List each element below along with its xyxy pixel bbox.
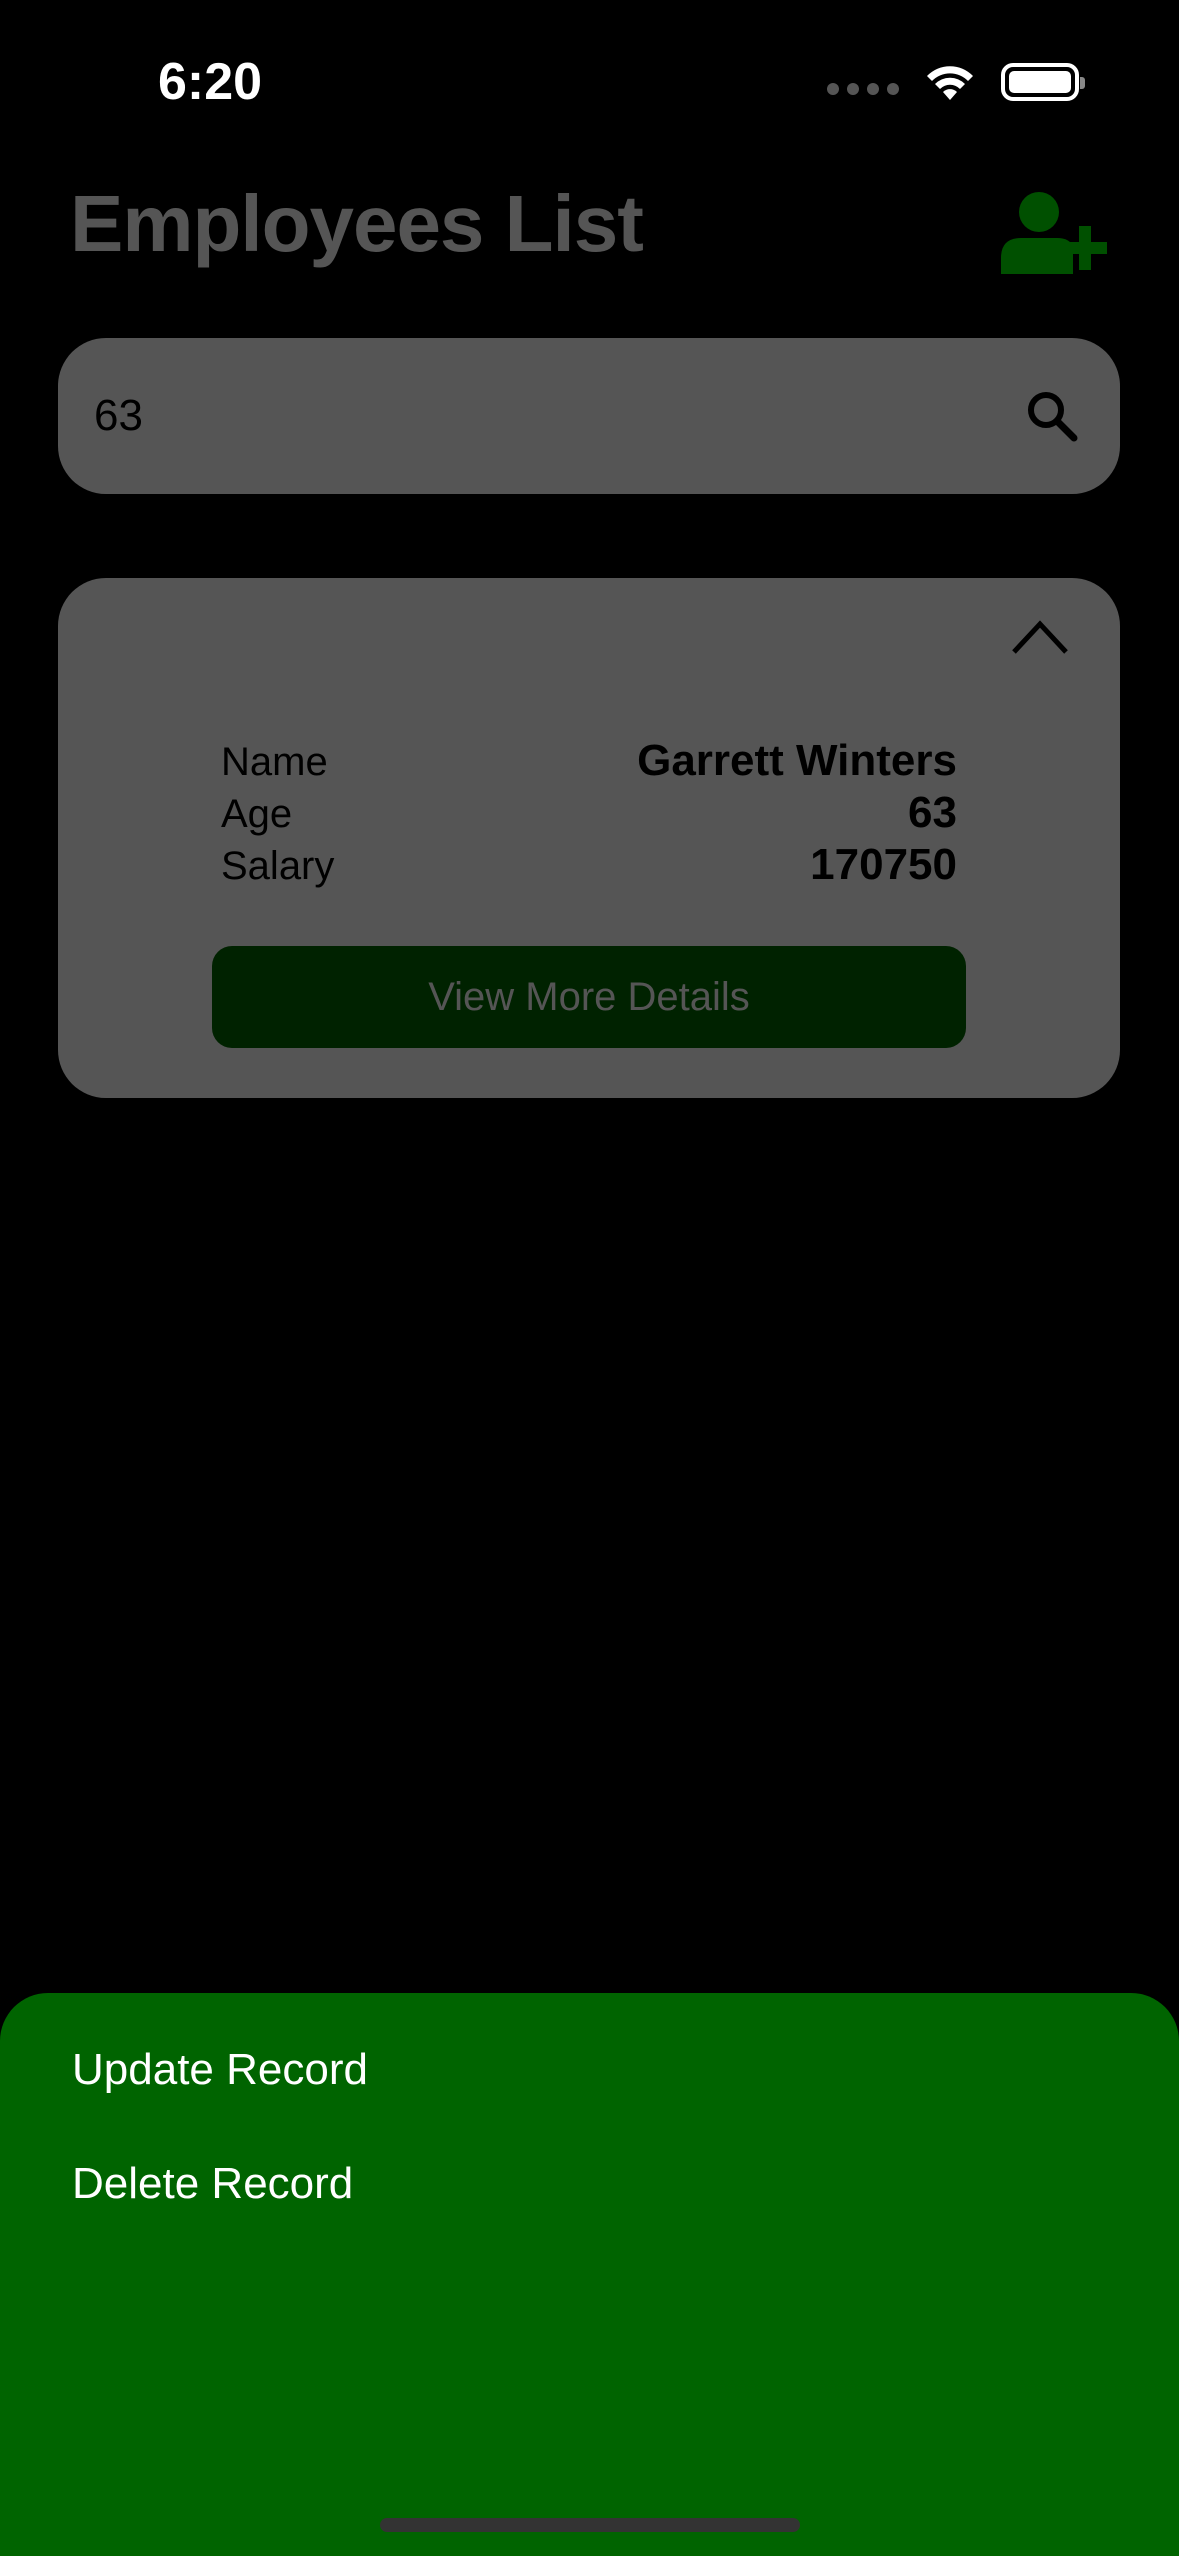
delete-record-option[interactable]: Delete Record — [72, 2159, 353, 2209]
age-row: Age 63 — [221, 788, 957, 838]
screen: 6:20 Employees List 63 Name Garrett Wint… — [0, 0, 1179, 2556]
salary-label: Salary — [221, 844, 335, 888]
search-icon[interactable] — [1024, 388, 1080, 444]
age-value: 63 — [908, 788, 957, 837]
view-more-details-button[interactable]: View More Details — [212, 946, 966, 1048]
name-label: Name — [221, 740, 328, 784]
age-label: Age — [221, 792, 293, 836]
name-value: Garrett Winters — [637, 736, 957, 785]
cellular-signal-icon — [827, 83, 899, 95]
chevron-up-icon[interactable] — [1010, 616, 1070, 656]
wifi-icon — [927, 66, 973, 100]
action-bottom-sheet: Update Record Delete Record — [0, 1993, 1179, 2556]
page-title: Employees List — [70, 179, 644, 268]
battery-icon — [1001, 63, 1085, 101]
search-bar — [58, 338, 1120, 494]
status-bar: 6:20 — [0, 0, 1179, 170]
update-record-option[interactable]: Update Record — [72, 2045, 368, 2095]
status-time: 6:20 — [158, 53, 263, 111]
add-user-button[interactable] — [999, 188, 1109, 278]
status-icons — [827, 62, 1085, 102]
add-user-icon — [1001, 192, 1107, 274]
name-row: Name Garrett Winters — [221, 736, 957, 786]
search-input[interactable] — [94, 338, 994, 494]
home-indicator[interactable] — [380, 2518, 800, 2532]
salary-value: 170750 — [810, 840, 957, 889]
salary-row: Salary 170750 — [221, 840, 957, 890]
employee-card: Name Garrett Winters Age 63 Salary 17075… — [58, 578, 1120, 1098]
